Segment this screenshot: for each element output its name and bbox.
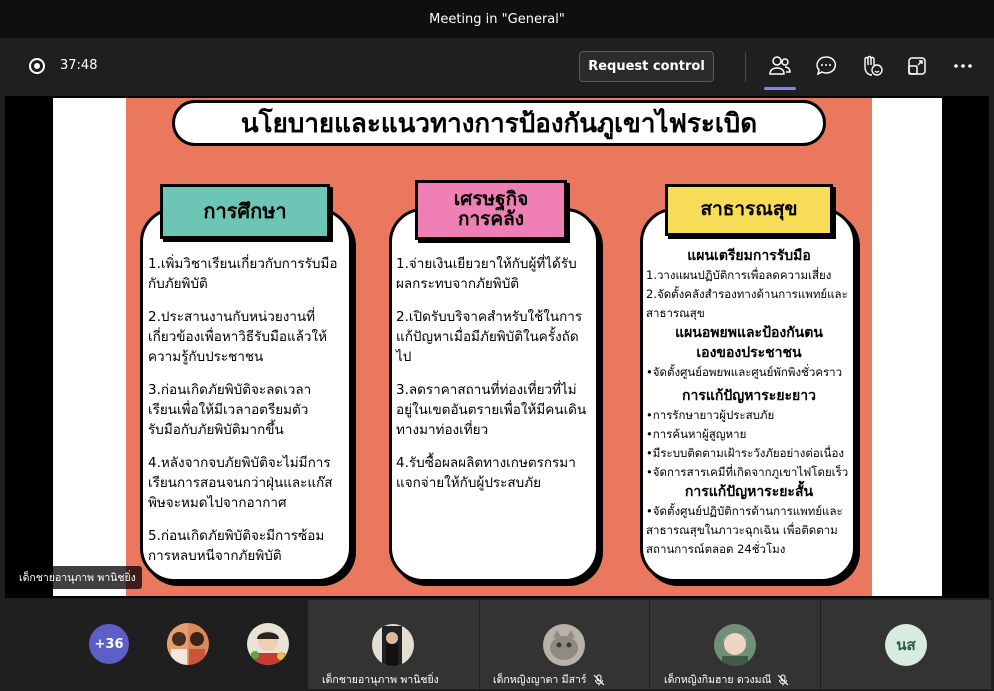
window-title: Meeting in "General" [429, 11, 565, 27]
list-item: •จัดตั้งศูนย์อพยพและศูนย์พักพิงชั่วคราว [646, 365, 843, 379]
initials-avatar: นส [885, 624, 927, 666]
title-bar: Meeting in "General" [0, 0, 994, 38]
participant-name: เด็กหญิงญาดา มีสาร์ [493, 671, 605, 688]
section-heading: การแก้ปัญหาระยะสั้น [684, 484, 814, 500]
presenter-name-label: เด็กชายอานุภาพ พานิชยิ่ง [13, 566, 142, 589]
list-item: •จัดการสารเคมีที่เกิดจากภูเขาไฟโดยเร็ว [646, 465, 849, 479]
avatar [714, 624, 756, 666]
more-participants-button[interactable]: +36 [89, 624, 129, 664]
participant-tile[interactable]: เด็กชายอานุภาพ พานิชยิ่ง [308, 600, 479, 689]
list-item: 2.จัดตั้งคลังสำรองทางด้านการแพทย์และ [646, 287, 848, 301]
slide-title: นโยบายและแนวทางการป้องกันภูเขาไฟระเบิด [172, 100, 826, 146]
list-item: สาธารณสุข [646, 306, 705, 320]
participant-gallery: +36 เด็กชายอานุภาพ พานิชยิ่ง เด็กหญิงญาด… [0, 598, 994, 691]
list-item: 2.เปิดรับบริจาคสำหรับใช้ในการแก้ปัญหาเมื… [396, 309, 583, 365]
chat-icon[interactable] [814, 54, 838, 78]
participant-name: เด็กชายอานุภาพ พานิชยิ่ง [322, 674, 439, 686]
section-heading: เองของประชาชน [696, 345, 802, 361]
list-item: 1.เพิ่มวิชาเรียนเกี่ยวกับการรับมือกับภัย… [148, 256, 338, 292]
share-tray-icon[interactable] [905, 54, 929, 78]
economy-list: 1.จ่ายเงินเยียวยาให้กับผู้ที่ได้รับผลกระ… [396, 254, 591, 506]
avatar[interactable] [167, 623, 209, 665]
list-item: 4.รับซื้อผลผลิตทางเกษตรกรมาแจกจ่ายให้กับ… [396, 455, 576, 491]
meeting-toolbar: 37:48 Request control [0, 38, 994, 96]
list-item: 2.ประสานงานกับหน่วยงานที่เกี่ยวข้องเพื่อ… [148, 309, 328, 365]
avatar[interactable] [247, 623, 289, 665]
mic-off-icon [593, 674, 604, 685]
section-heading: การแก้ปัญหาระยะยาว [682, 388, 816, 404]
slide-background: นโยบายและแนวทางการป้องกันภูเขาไฟระเบิด ก… [126, 98, 872, 596]
economy-header: เศรษฐกิจ การคลัง [415, 180, 567, 240]
list-item: 1.วางแผนปฏิบัติการเพื่อลดความเสี่ยง [646, 268, 832, 282]
education-list: 1.เพิ่มวิชาเรียนเกี่ยวกับการรับมือกับภัย… [148, 254, 338, 579]
participant-name: เด็กหญิงกิมฮาย ดวงมณี [664, 671, 789, 688]
participant-tile[interactable]: เด็กหญิงกิมฮาย ดวงมณี [650, 600, 820, 689]
avatar [372, 624, 414, 666]
list-item: •การค้นหาผู้สูญหาย [646, 427, 747, 441]
list-item: •จัดตั้งศูนย์ปฏิบัติการด้านการแพทย์และ [646, 504, 843, 518]
presentation-slide: นโยบายและแนวทางการป้องกันภูเขาไฟระเบิด ก… [53, 98, 942, 596]
economy-header-line1: เศรษฐกิจ [453, 188, 529, 211]
meeting-window: Meeting in "General" 37:48 Request contr… [0, 0, 994, 691]
public-health-header: สาธารณสุข [665, 184, 833, 236]
list-item: 5.ก่อนเกิดภัยพิบัติจะมีการซ้อมการหลบหนีจ… [148, 528, 325, 564]
list-item: 3.ก่อนเกิดภัยพิบัติจะลดเวลาเรียนเพื่อให้… [148, 382, 312, 438]
participant-tile[interactable]: นส [821, 600, 991, 689]
list-item: 3.ลดราคาสถานที่ท่องเที่ยวที่ไม่อยู่ในเขต… [396, 382, 587, 438]
section-heading: แผนเตรียมการรับมือ [687, 248, 811, 264]
list-item: •การรักษายาวผู้ประสบภัย [646, 408, 775, 422]
list-item: 1.จ่ายเงินเยียวยาให้กับผู้ที่ได้รับผลกระ… [396, 256, 577, 292]
participant-tile[interactable]: เด็กหญิงญาดา มีสาร์ [480, 600, 649, 689]
list-item: สถานการณ์ตลอด 24ชั่วโมง [646, 542, 786, 556]
shared-screen: นโยบายและแนวทางการป้องกันภูเขาไฟระเบิด ก… [5, 96, 989, 598]
mic-off-icon [777, 674, 789, 685]
education-header: การศึกษา [160, 184, 330, 239]
list-item: •มีระบบติดตามเฝ้าระวังภัยอย่างต่อเนื่อง [646, 446, 845, 460]
public-health-list: แผนเตรียมการรับมือ 1.วางแผนปฏิบัติการเพื… [646, 246, 852, 559]
avatar [543, 624, 585, 666]
section-heading: แผนอพยพและป้องกันตน [675, 325, 823, 341]
request-control-button[interactable]: Request control [579, 51, 714, 82]
more-options-icon[interactable] [951, 54, 975, 78]
people-icon[interactable] [764, 54, 796, 90]
recording-icon [29, 58, 45, 74]
reactions-icon[interactable] [860, 54, 884, 78]
economy-header-line2: การคลัง [457, 208, 524, 230]
toolbar-divider [745, 52, 746, 82]
list-item: 4.หลังจากจบภัยพิบัติจะไม่มีการเรียนการสอ… [148, 455, 333, 511]
list-item: สาธารณสุขในภาวะฉุกเฉิน เพื่อติดตาม [646, 523, 838, 537]
meeting-timer: 37:48 [60, 58, 98, 73]
